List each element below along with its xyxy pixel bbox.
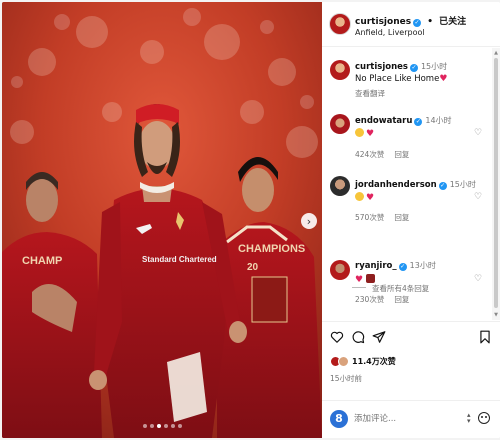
add-comment-bar: 8 ▴▾ [322,400,500,438]
likes-count[interactable]: 11.4万次赞 [352,356,396,367]
location-link[interactable]: Anfield, Liverpool [355,28,425,37]
post-photo[interactable]: CHAMP CHAMPIONS 20 Standard Chartered › [2,2,322,438]
comments-scrollbar[interactable]: ▲ ▼ [492,48,500,320]
raised-hands-emoji-icon [355,128,364,137]
caption-username[interactable]: curtisjones [355,62,408,72]
verified-badge-icon: ✓ [409,64,418,72]
comment-time: 14小时 [425,116,452,125]
comment-likes[interactable]: 570次赞 [355,213,384,222]
comment-likes[interactable]: 230次赞 [355,295,384,304]
author-avatar[interactable] [329,13,351,35]
comment-username[interactable]: endowataru [355,116,412,126]
caption-text: No Place Like Home♥ [355,74,447,84]
comment-author: jordanhenderson ✓ 15小时 [355,179,476,190]
comment-time: 13小时 [409,261,436,270]
comment-meta: 424次赞 回复 [355,149,409,160]
reply-button[interactable]: 回复 [394,295,409,304]
verified-badge-icon: ✓ [398,263,407,271]
author-username[interactable]: curtisjones [355,17,411,27]
carousel-dot[interactable] [171,424,175,428]
comment-meta: 570次赞 回复 [355,212,409,223]
heart-outline-icon[interactable]: ♡ [474,192,482,202]
reply-button[interactable]: 回复 [394,213,409,222]
comment-likes[interactable]: 424次赞 [355,150,384,159]
carousel-dot[interactable] [150,424,154,428]
verified-badge-icon: ✓ [438,182,447,190]
heart-outline-icon[interactable]: ♡ [474,128,482,138]
scroll-down-icon[interactable]: ▼ [493,312,499,318]
caption-author: curtisjones ✓ 15小时 [355,61,447,72]
smiley-emoji-icon [355,192,364,201]
comment-avatar[interactable] [330,176,350,196]
chevron-right-icon: › [306,214,312,228]
red-heart-emoji-icon: ♥ [366,193,375,203]
emoji-icon[interactable] [478,412,490,424]
author-line: curtisjones ✓ • 已关注 [355,14,466,27]
comment-text: ♥ [355,274,377,285]
page-frame: CHAMP CHAMPIONS 20 Standard Chartered › … [0,0,500,440]
post-header: curtisjones ✓ • 已关注 Anfield, Liverpool [322,2,500,47]
scroll-up-icon[interactable]: ▲ [493,50,499,56]
reply-button[interactable]: 回复 [394,150,409,159]
verified-badge-icon: ✓ [414,118,423,126]
comment-text: ♥ [355,128,374,139]
comment-username[interactable]: jordanhenderson [355,180,437,190]
heart-outline-icon[interactable] [330,330,344,344]
likes-summary[interactable]: 11.4万次赞 [330,354,396,368]
red-heart-emoji-icon: ♥ [439,74,448,84]
carousel-dot[interactable] [143,424,147,428]
comment-author: ryanjiro_ ✓ 13小时 [355,260,436,271]
scroll-thumb[interactable] [494,58,498,308]
right-shirt-sub: 20 [247,262,259,273]
red-heart-emoji-icon: ♥ [355,275,364,285]
sponsor-text: Standard Chartered [142,255,217,264]
paper-plane-icon[interactable] [372,330,386,344]
caption-avatar[interactable] [330,60,350,80]
comment-bubble-icon[interactable] [351,330,365,344]
comment-time: 15小时 [449,180,476,189]
caption-text-content: No Place Like Home [355,74,440,84]
caption-time: 15小时 [420,62,448,71]
carousel-dot[interactable] [164,424,168,428]
crest-emoji-icon [365,274,375,283]
comment-avatar[interactable] [330,114,350,134]
follow-status-button[interactable]: 已关注 [439,17,466,27]
photo-illustration: CHAMP CHAMPIONS 20 Standard Chartered [2,2,322,438]
comment-text: ♥ [355,192,374,203]
post-timestamp: 15小时前 [330,374,363,383]
comment-input[interactable] [354,412,454,426]
post-side-panel: curtisjones ✓ • 已关注 Anfield, Liverpool cu… [322,2,500,438]
verified-badge-icon: ✓ [413,19,422,27]
heart-outline-icon[interactable]: ♡ [474,274,482,284]
post-actions: 11.4万次赞 15小时前 8 ▴▾ [322,321,500,438]
next-image-button[interactable]: › [301,213,317,229]
carousel-dot-active[interactable] [157,424,161,428]
comment-username[interactable]: ryanjiro_ [355,261,397,271]
bookmark-icon[interactable] [478,330,492,344]
comments-list[interactable]: curtisjones ✓ 15小时 No Place Like Home♥ 查看翻… [322,48,492,320]
liker-avatar [338,355,349,367]
resize-stepper-icon[interactable]: ▴ ▾ [467,412,471,425]
left-shirt-text: CHAMP [22,255,62,267]
comment-avatar[interactable] [330,260,350,280]
right-shirt-text: CHAMPIONS [238,243,305,255]
comment-meta: 230次赞 回复 [355,294,409,305]
carousel-dot[interactable] [178,424,182,428]
separator: • [427,17,433,27]
translate-link[interactable]: 查看翻译 [355,88,385,99]
red-heart-emoji-icon: ♥ [366,129,375,139]
viewer-avatar: 8 [330,410,348,428]
instagram-post: CHAMP CHAMPIONS 20 Standard Chartered › … [2,2,500,438]
comment-author: endowataru ✓ 14小时 [355,115,452,126]
